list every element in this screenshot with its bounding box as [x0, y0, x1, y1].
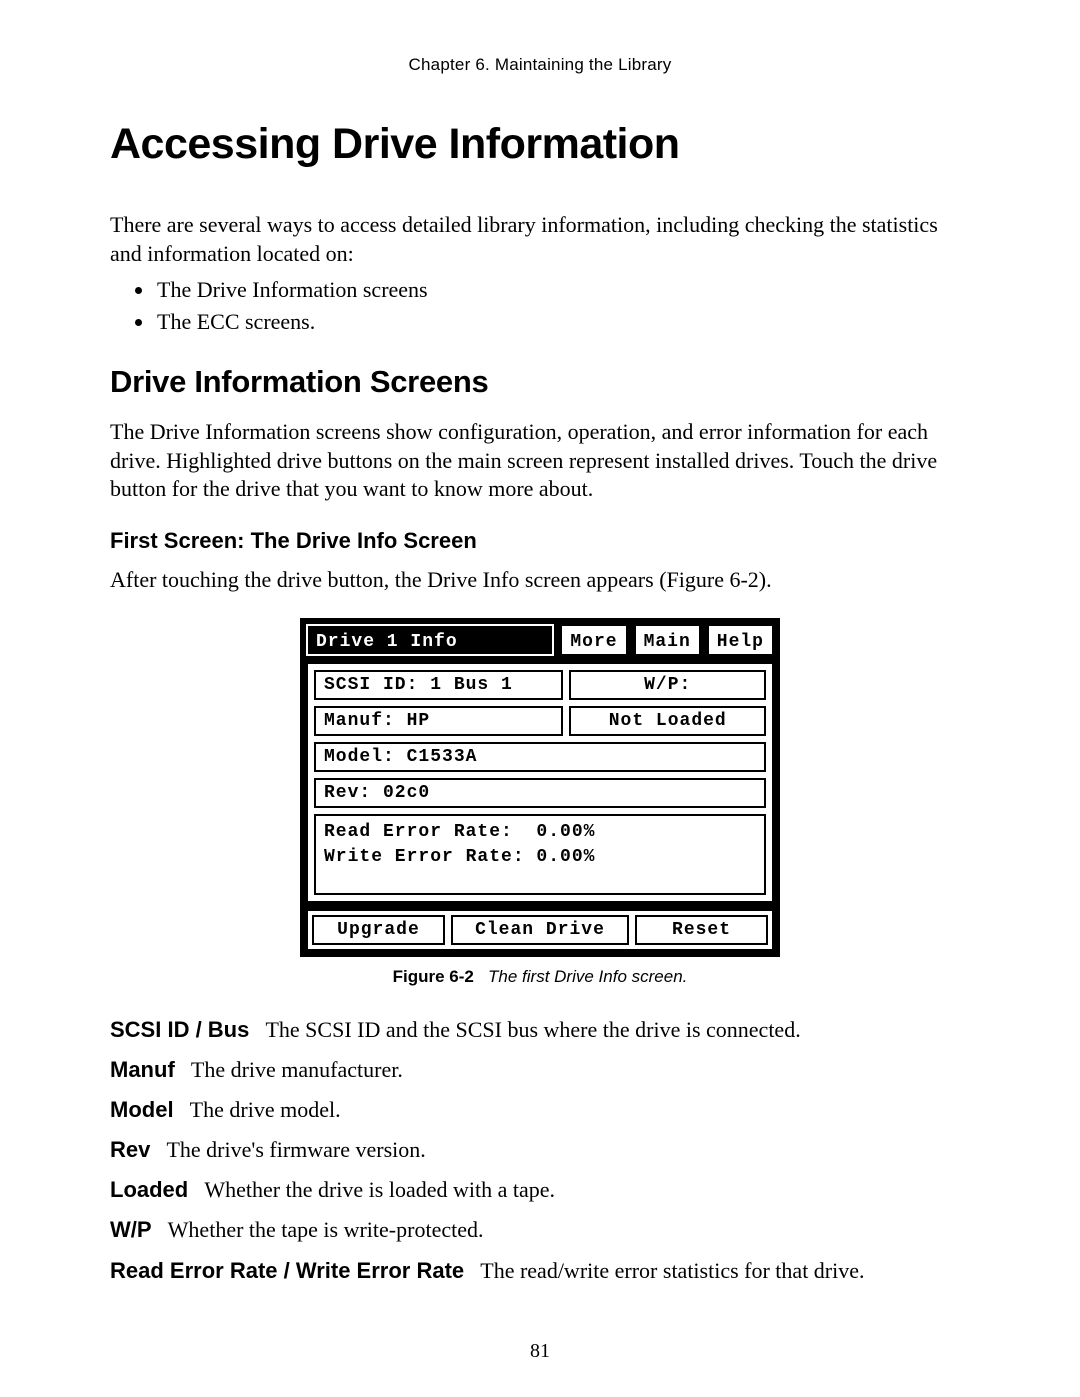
page-title: Accessing Drive Information: [110, 120, 970, 169]
help-button[interactable]: Help: [707, 624, 774, 656]
definition-desc: Whether the drive is loaded with a tape.: [204, 1177, 555, 1202]
load-status-field: Not Loaded: [569, 706, 766, 736]
definition-desc: The drive model.: [190, 1097, 341, 1122]
definition-row: Model The drive model.: [110, 1093, 970, 1127]
reset-button[interactable]: Reset: [635, 915, 768, 945]
definition-row: W/P Whether the tape is write-protected.: [110, 1213, 970, 1247]
chapter-header: Chapter 6. Maintaining the Library: [110, 55, 970, 75]
definition-row: Rev The drive's firmware version.: [110, 1133, 970, 1167]
scsi-id-field: SCSI ID: 1 Bus 1: [314, 670, 563, 700]
screen-body: SCSI ID: 1 Bus 1 W/P: Manuf: HP Not Load…: [306, 662, 774, 903]
definition-term: Model: [110, 1097, 174, 1122]
more-button[interactable]: More: [560, 624, 627, 656]
upgrade-button[interactable]: Upgrade: [312, 915, 445, 945]
definition-term: W/P: [110, 1217, 152, 1242]
screen-title: Drive 1 Info: [306, 624, 554, 656]
definition-desc: The drive's firmware version.: [166, 1137, 425, 1162]
page-number: 81: [0, 1340, 1080, 1363]
rev-field: Rev: 02c0: [314, 778, 766, 808]
figure: Drive 1 Info More Main Help SCSI ID: 1 B…: [110, 618, 970, 987]
subsection-heading: First Screen: The Drive Info Screen: [110, 528, 970, 554]
definition-term: Manuf: [110, 1057, 175, 1082]
manufacturer-field: Manuf: HP: [314, 706, 563, 736]
definition-desc: The SCSI ID and the SCSI bus where the d…: [265, 1017, 800, 1042]
definition-desc: The read/write error statistics for that…: [480, 1258, 864, 1283]
definition-term: SCSI ID / Bus: [110, 1017, 249, 1042]
definition-term: Loaded: [110, 1177, 188, 1202]
definition-list: SCSI ID / Bus The SCSI ID and the SCSI b…: [110, 1013, 970, 1288]
error-rates-field: Read Error Rate: 0.00% Write Error Rate:…: [314, 814, 766, 895]
definition-row: Loaded Whether the drive is loaded with …: [110, 1173, 970, 1207]
main-button[interactable]: Main: [634, 624, 701, 656]
subsection-paragraph: After touching the drive button, the Dri…: [110, 566, 970, 595]
page: Chapter 6. Maintaining the Library Acces…: [0, 0, 1080, 1397]
clean-drive-button[interactable]: Clean Drive: [451, 915, 629, 945]
definition-term: Rev: [110, 1137, 150, 1162]
section-paragraph: The Drive Information screens show confi…: [110, 418, 970, 504]
definition-row: Read Error Rate / Write Error Rate The r…: [110, 1254, 970, 1288]
definition-row: SCSI ID / Bus The SCSI ID and the SCSI b…: [110, 1013, 970, 1047]
drive-info-screen: Drive 1 Info More Main Help SCSI ID: 1 B…: [300, 618, 780, 957]
definition-desc: Whether the tape is write-protected.: [168, 1217, 484, 1242]
intro-bullet-list: The Drive Information screens The ECC sc…: [110, 274, 970, 338]
definition-desc: The drive manufacturer.: [191, 1057, 403, 1082]
model-field: Model: C1533A: [314, 742, 766, 772]
intro-paragraph: There are several ways to access detaile…: [110, 211, 970, 268]
caption-text: The first Drive Info screen.: [488, 967, 687, 986]
screen-bottom-buttons: Upgrade Clean Drive Reset: [306, 909, 774, 951]
definition-term: Read Error Rate / Write Error Rate: [110, 1258, 464, 1283]
caption-label: Figure 6-2: [393, 967, 474, 986]
figure-caption: Figure 6-2 The first Drive Info screen.: [110, 967, 970, 987]
section-heading: Drive Information Screens: [110, 364, 970, 400]
wp-field: W/P:: [569, 670, 766, 700]
list-item: The Drive Information screens: [155, 274, 970, 306]
list-item: The ECC screens.: [155, 306, 970, 338]
definition-row: Manuf The drive manufacturer.: [110, 1053, 970, 1087]
